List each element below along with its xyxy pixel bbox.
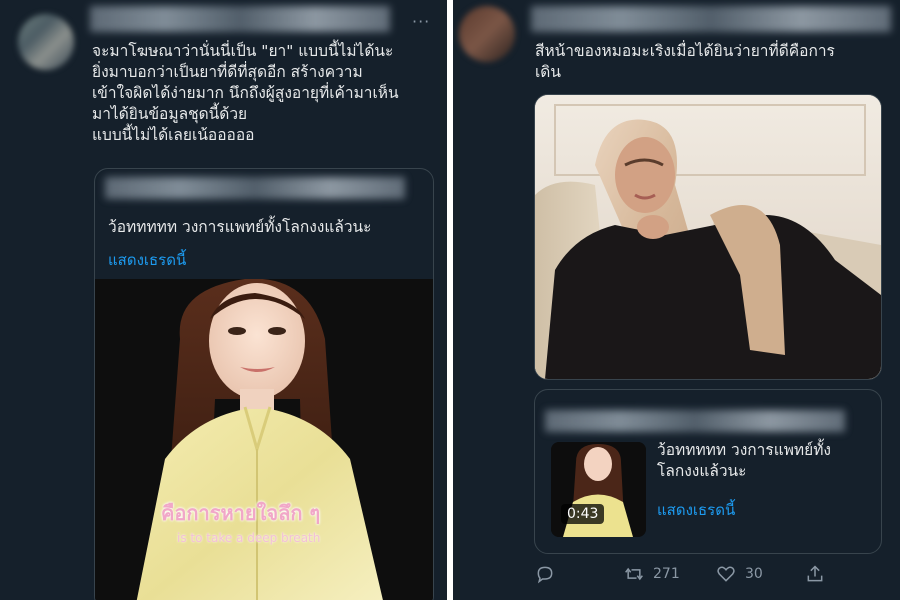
video-caption-english: is to take a deep breath xyxy=(177,531,321,545)
quote-author-blurred xyxy=(105,177,405,199)
username-blurred[interactable] xyxy=(90,6,390,32)
show-thread-link[interactable]: แสดงเธรดนี้ xyxy=(108,248,186,272)
quote-tweet-text: ว้อททททท วงการแพทย์ทั้งโลกงงแล้วนะ xyxy=(108,218,372,236)
more-options-icon[interactable]: ··· xyxy=(412,12,430,31)
video-person-image xyxy=(95,279,433,600)
tweet-image[interactable] xyxy=(534,94,882,380)
tweet-text: สีหน้าของหมอมะเริงเมื่อได้ยินว่ายาที่ดีค… xyxy=(535,42,835,81)
quote-tweet-text: ว้อททททท วงการแพทย์ทั้ง โลกงงแล้วนะ xyxy=(657,441,832,480)
quote-tweet-card[interactable]: 0:43 ว้อททททท วงการแพทย์ทั้ง โลกงงแล้วนะ… xyxy=(534,389,882,554)
right-tweet-panel: สีหน้าของหมอมะเริงเมื่อได้ยินว่ายาที่ดีค… xyxy=(453,0,900,600)
video-duration: 0:43 xyxy=(561,504,605,524)
retweet-icon xyxy=(625,567,643,581)
reply-icon xyxy=(537,566,553,584)
reply-button[interactable] xyxy=(535,564,563,584)
username-blurred[interactable] xyxy=(531,6,891,32)
retweet-button[interactable]: 271 xyxy=(623,564,680,584)
video-thumbnail[interactable]: 0:43 xyxy=(551,442,646,537)
like-count: 30 xyxy=(745,566,763,582)
quote-author-blurred xyxy=(545,410,845,432)
video-caption-thai: คือการหายใจลึก ๆ xyxy=(161,501,321,525)
like-button[interactable]: 30 xyxy=(715,564,763,584)
share-icon xyxy=(807,565,823,582)
retweet-count: 271 xyxy=(653,566,680,582)
heart-icon xyxy=(717,566,735,582)
share-button[interactable] xyxy=(805,564,833,584)
avatar[interactable] xyxy=(459,6,515,62)
left-tweet-panel: ··· จะมาโฆษณาว่านั่นนี่เป็น "ยา" แบบนี้ไ… xyxy=(0,0,447,600)
tweet-text: จะมาโฆษณาว่านั่นนี่เป็น "ยา" แบบนี้ไม่ได… xyxy=(92,42,399,144)
quote-tweet-card[interactable]: ว้อททททท วงการแพทย์ทั้งโลกงงแล้วนะ แสดงเ… xyxy=(94,168,434,600)
avatar[interactable] xyxy=(18,14,74,70)
video-thumbnail[interactable]: คือการหายใจลึก ๆ is to take a deep breat… xyxy=(95,279,433,600)
show-thread-link[interactable]: แสดงเธรดนี้ xyxy=(657,498,735,522)
photo-woman-on-couch xyxy=(535,95,881,379)
